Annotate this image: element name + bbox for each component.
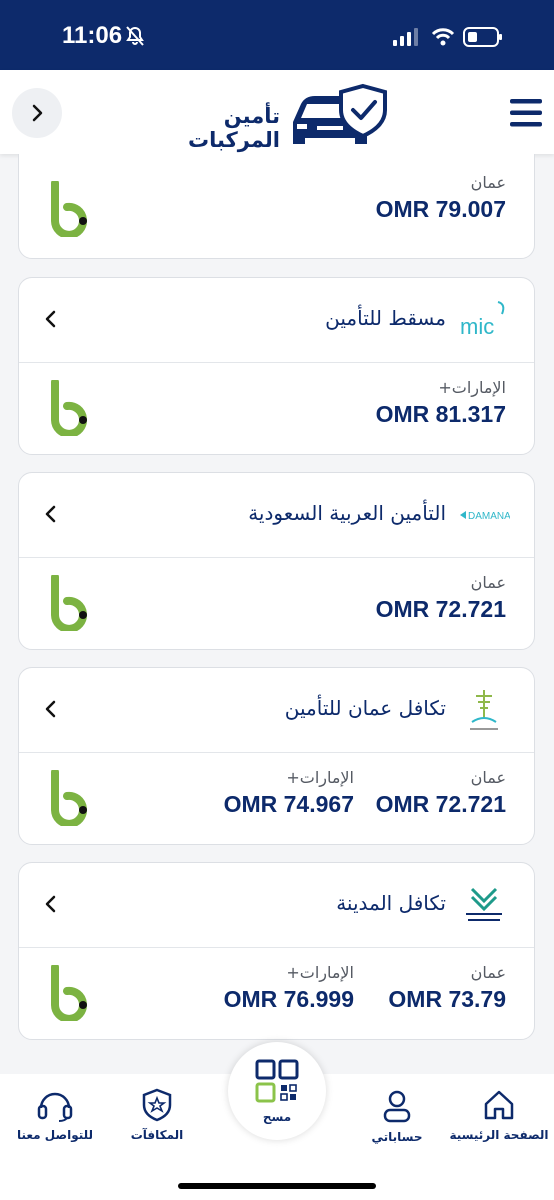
company-header[interactable]: التأمين العربية السعودية DAMANA: [19, 473, 534, 558]
quote-block: +الإمارات OMR 76.999: [224, 963, 354, 1013]
user-icon: [383, 1090, 411, 1123]
app-header: تأمين المركبات: [0, 70, 554, 154]
brand-b-logo-icon: [51, 181, 87, 237]
svg-text:mic: mic: [460, 314, 494, 339]
hamburger-menu-icon[interactable]: [508, 97, 544, 129]
bell-off-icon: [126, 26, 144, 46]
chevron-left-icon: [45, 310, 56, 328]
scan-label: مسح: [262, 1110, 292, 1124]
back-button[interactable]: [12, 88, 62, 138]
company-name: تكافل عمان للتأمين: [284, 696, 446, 720]
nav-rewards[interactable]: المكافآت: [102, 1088, 212, 1142]
quote-region: +الإمارات: [286, 963, 354, 982]
brand-b-logo-icon: [51, 770, 87, 826]
quote-card[interactable]: عمان OMR 79.007: [18, 154, 535, 259]
quote-block: عمان OMR 72.721: [376, 768, 506, 818]
scan-button[interactable]: مسح: [228, 1042, 326, 1140]
company-name: مسقط للتأمين: [325, 306, 446, 330]
quote-price: OMR 79.007: [375, 196, 506, 222]
rewards-shield-star-icon: [142, 1088, 172, 1122]
company-header[interactable]: مسقط للتأمين mic: [19, 278, 534, 363]
quote-region: عمان: [470, 768, 506, 787]
quote-region: عمان: [470, 963, 506, 982]
quote-price: OMR 74.967: [223, 791, 354, 817]
quote-region: عمان: [470, 173, 506, 192]
quote-region: عمان: [470, 573, 506, 592]
battery-icon: [463, 27, 502, 47]
quote-block: +الإمارات OMR 74.967: [224, 768, 354, 818]
mic-logo-icon: mic: [460, 301, 505, 339]
quotes-list[interactable]: عمان OMR 79.007 مسقط للتأمين mic +الإمار…: [0, 154, 554, 1074]
quote-region: +الإمارات: [286, 768, 354, 787]
status-bar: 11:06: [0, 0, 554, 70]
company-header[interactable]: تكافل المدينة: [19, 863, 534, 948]
company-name: التأمين العربية السعودية: [248, 501, 446, 525]
takaful-oman-logo-icon: [470, 690, 498, 730]
al-madina-takaful-logo-icon: [466, 887, 502, 921]
page-title: تأمين المركبات: [188, 104, 280, 152]
chevron-left-icon: [45, 895, 56, 913]
brand-b-logo-icon: [51, 965, 87, 1021]
quote-price: OMR 81.317: [375, 401, 506, 427]
nav-accounts[interactable]: حساباتي: [342, 1088, 452, 1144]
quote-card[interactable]: تكافل عمان للتأمين عمان OMR 72.721 +الإم…: [18, 667, 535, 845]
nav-home-label: الصفحة الرئيسية: [449, 1128, 549, 1142]
chevron-right-icon: [32, 104, 43, 122]
svg-text:DAMANA: DAMANA: [468, 511, 510, 522]
quote-price: OMR 72.721: [375, 791, 506, 817]
wifi-icon: [431, 28, 455, 46]
quote-block: عمان OMR 72.721: [376, 573, 506, 623]
brand-b-logo-icon: [51, 380, 87, 436]
quote-price: OMR 73.79: [388, 986, 506, 1012]
quote-block: عمان OMR 73.79: [388, 963, 506, 1013]
status-time: 11:06: [62, 22, 123, 49]
quote-card[interactable]: التأمين العربية السعودية DAMANA عمان OMR…: [18, 472, 535, 650]
quote-card[interactable]: مسقط للتأمين mic +الإمارات OMR 81.317: [18, 277, 535, 455]
home-icon: [484, 1090, 514, 1120]
nav-contact-label: للتواصل معنا: [16, 1128, 94, 1142]
quote-region: +الإمارات: [438, 378, 506, 397]
quote-price: OMR 72.721: [375, 596, 506, 622]
quote-block: +الإمارات OMR 81.317: [376, 378, 506, 428]
quote-block: عمان OMR 79.007: [376, 173, 506, 223]
nav-contact[interactable]: للتواصل معنا: [0, 1088, 110, 1142]
car-insurance-icon: [293, 83, 387, 144]
qr-scan-icon: [255, 1059, 299, 1103]
quote-card[interactable]: تكافل المدينة عمان OMR 73.79 +الإمارات O…: [18, 862, 535, 1040]
chevron-left-icon: [45, 700, 56, 718]
damana-logo-icon: DAMANA: [460, 511, 510, 522]
brand-b-logo-icon: [51, 575, 87, 631]
quote-price: OMR 76.999: [223, 986, 354, 1012]
nav-accounts-label: حساباتي: [371, 1130, 423, 1144]
signal-icon: [393, 28, 418, 46]
company-name: تكافل المدينة: [336, 891, 446, 915]
company-header[interactable]: تكافل عمان للتأمين: [19, 668, 534, 753]
headset-icon: [37, 1092, 73, 1122]
nav-home[interactable]: الصفحة الرئيسية: [444, 1088, 554, 1142]
home-indicator: [178, 1183, 376, 1189]
chevron-left-icon: [45, 505, 56, 523]
nav-rewards-label: المكافآت: [130, 1128, 184, 1142]
